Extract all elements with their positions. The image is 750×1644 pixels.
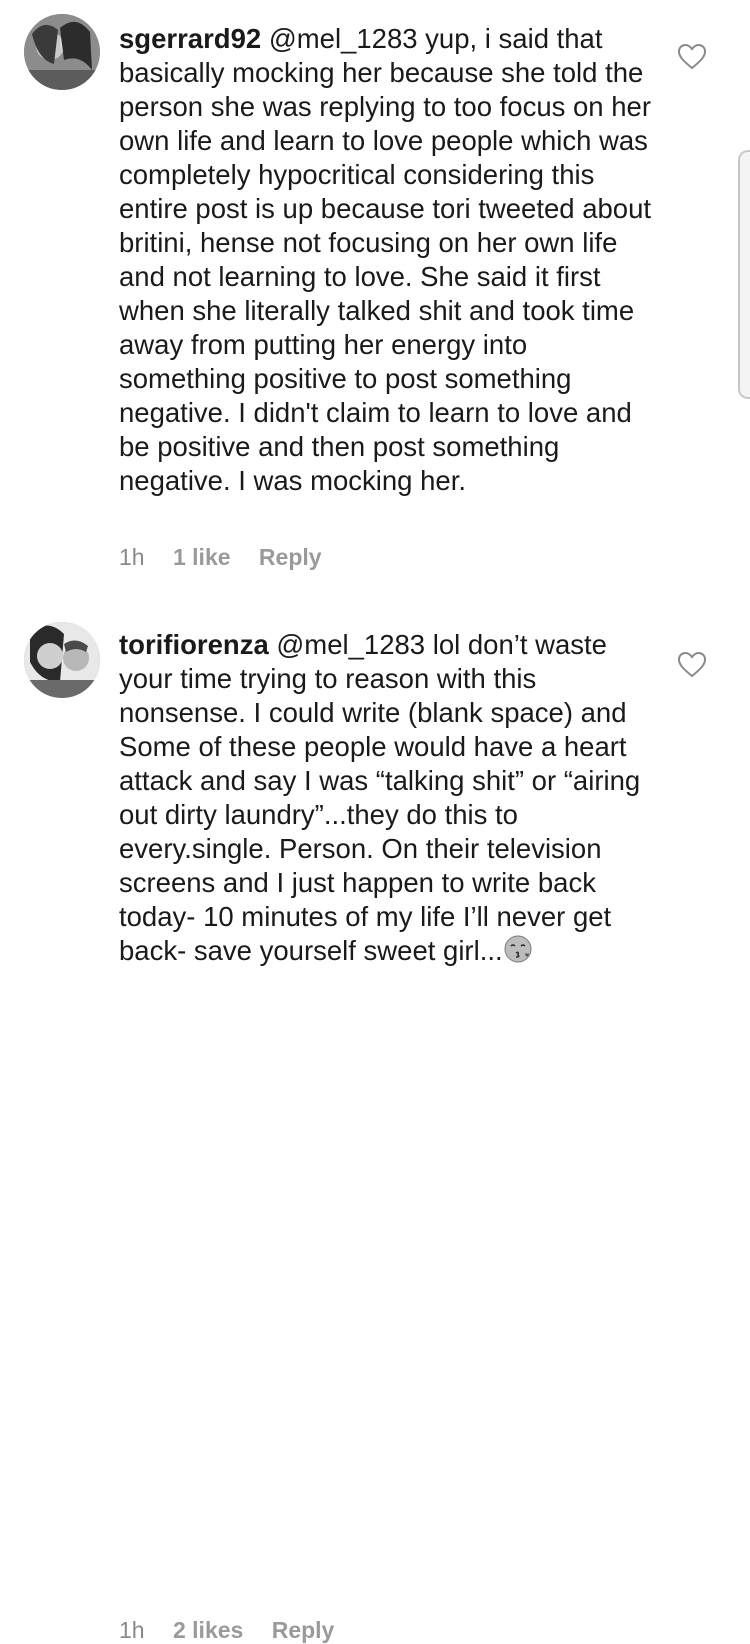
comment-username[interactable]: sgerrard92 bbox=[119, 23, 261, 54]
kissing-face-emoji-icon bbox=[504, 935, 532, 963]
comment-time: 1h bbox=[119, 1617, 145, 1643]
comment-time: 1h bbox=[119, 544, 145, 570]
avatar[interactable] bbox=[24, 14, 100, 90]
like-heart-icon[interactable] bbox=[678, 44, 706, 70]
comment-likes[interactable]: 2 likes bbox=[173, 1617, 243, 1643]
scrollbar[interactable] bbox=[738, 150, 750, 399]
avatar[interactable] bbox=[24, 622, 100, 698]
comment-username[interactable]: torifiorenza bbox=[119, 629, 269, 660]
comment-body: torifiorenza @mel_1283 lol don’t waste y… bbox=[119, 628, 659, 968]
comment-body: sgerrard92 @mel_1283 yup, i said that ba… bbox=[119, 22, 659, 498]
like-heart-icon[interactable] bbox=[678, 652, 706, 678]
reply-button[interactable]: Reply bbox=[259, 544, 322, 570]
reply-button[interactable]: Reply bbox=[272, 1617, 335, 1643]
avatar-photo-icon bbox=[24, 14, 100, 90]
comment-meta: 1h 2 likes Reply bbox=[119, 1617, 356, 1644]
avatar-photo-icon bbox=[24, 622, 100, 698]
comment-meta: 1h 1 like Reply bbox=[119, 544, 344, 571]
comment-likes[interactable]: 1 like bbox=[173, 544, 231, 570]
comment-text: @mel_1283 yup, i said that basically moc… bbox=[119, 23, 652, 496]
comment-text: @mel_1283 lol don’t waste your time tryi… bbox=[119, 629, 641, 966]
